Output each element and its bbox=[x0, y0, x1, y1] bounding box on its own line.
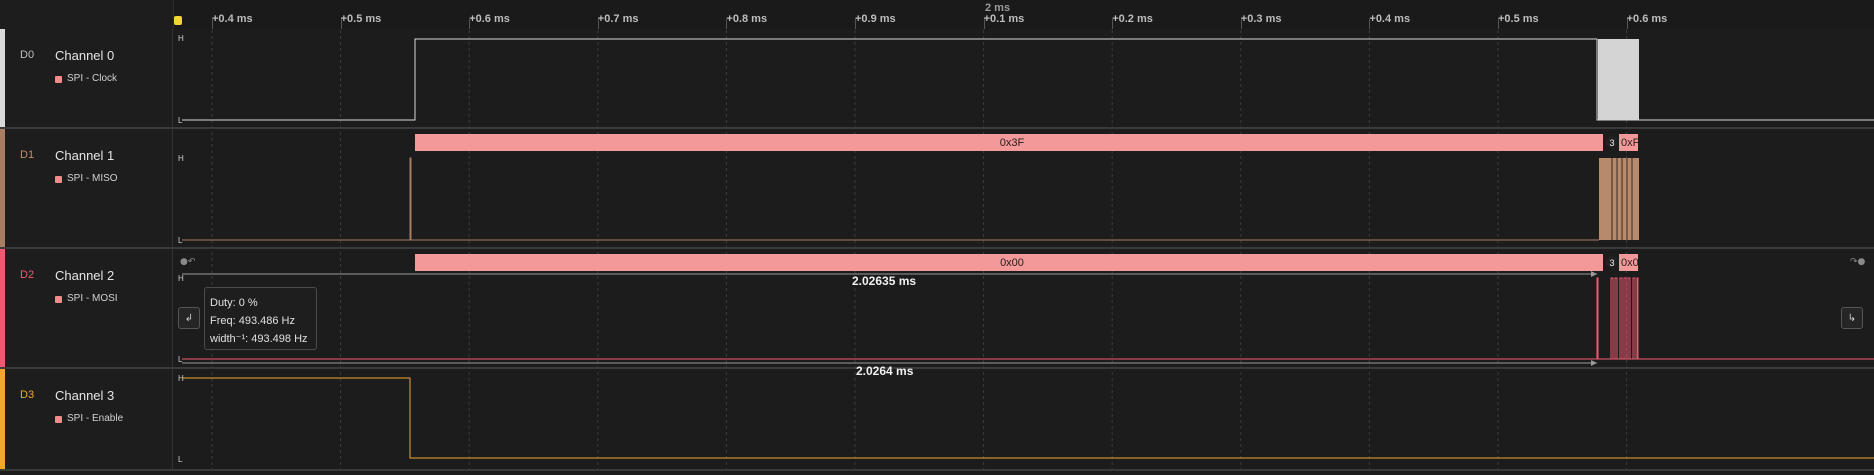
mosi-burst-pulses bbox=[1610, 277, 1639, 359]
miso-badge-count: 3 bbox=[1609, 138, 1614, 148]
tooltip-freq: Freq: 493.486 Hz bbox=[210, 315, 295, 327]
time-gridlines bbox=[211, 30, 1628, 470]
pulse-width-measurement: 2.0264 ms bbox=[856, 364, 914, 378]
pulse-width-measurement: 2.02635 ms bbox=[852, 274, 917, 288]
level-high-label: H bbox=[178, 274, 184, 283]
width-measure-arrow bbox=[1591, 360, 1597, 366]
mosi-decode-value: 0x00 bbox=[1000, 257, 1024, 269]
width-measure-arrow bbox=[1591, 271, 1597, 277]
level-high-label: H bbox=[178, 34, 184, 43]
miso-burst-block bbox=[1599, 158, 1639, 240]
prev-edge-icon: ●↶ bbox=[180, 257, 196, 267]
mosi-badge-count: 3 bbox=[1609, 258, 1614, 268]
clock-burst-block bbox=[1598, 39, 1639, 120]
next-edge-icon: ↷● bbox=[1850, 257, 1866, 267]
level-low-label: L bbox=[178, 455, 183, 464]
miso-signal-trace bbox=[182, 157, 1599, 241]
previous-edge-button[interactable]: ↲ bbox=[178, 307, 200, 329]
measurement-tooltip: Duty: 0 % Freq: 493.486 Hz width⁻¹: 493.… bbox=[204, 287, 317, 350]
miso-decode-next-value: 0xF bbox=[1621, 137, 1640, 149]
tooltip-width: width⁻¹: 493.498 Hz bbox=[210, 333, 308, 345]
next-edge-button[interactable]: ↳ bbox=[1841, 307, 1863, 329]
waveform-canvas[interactable]: H L H L H L H L 0x3F 3 0xF 0x00 3 0x0 ●↶… bbox=[0, 0, 1874, 475]
level-high-label: H bbox=[178, 154, 184, 163]
tooltip-duty: Duty: 0 % bbox=[210, 297, 258, 309]
miso-decode-value: 0x3F bbox=[1000, 137, 1025, 149]
mosi-decode-next-value: 0x0 bbox=[1621, 257, 1639, 269]
enable-signal-trace bbox=[182, 377, 1874, 459]
